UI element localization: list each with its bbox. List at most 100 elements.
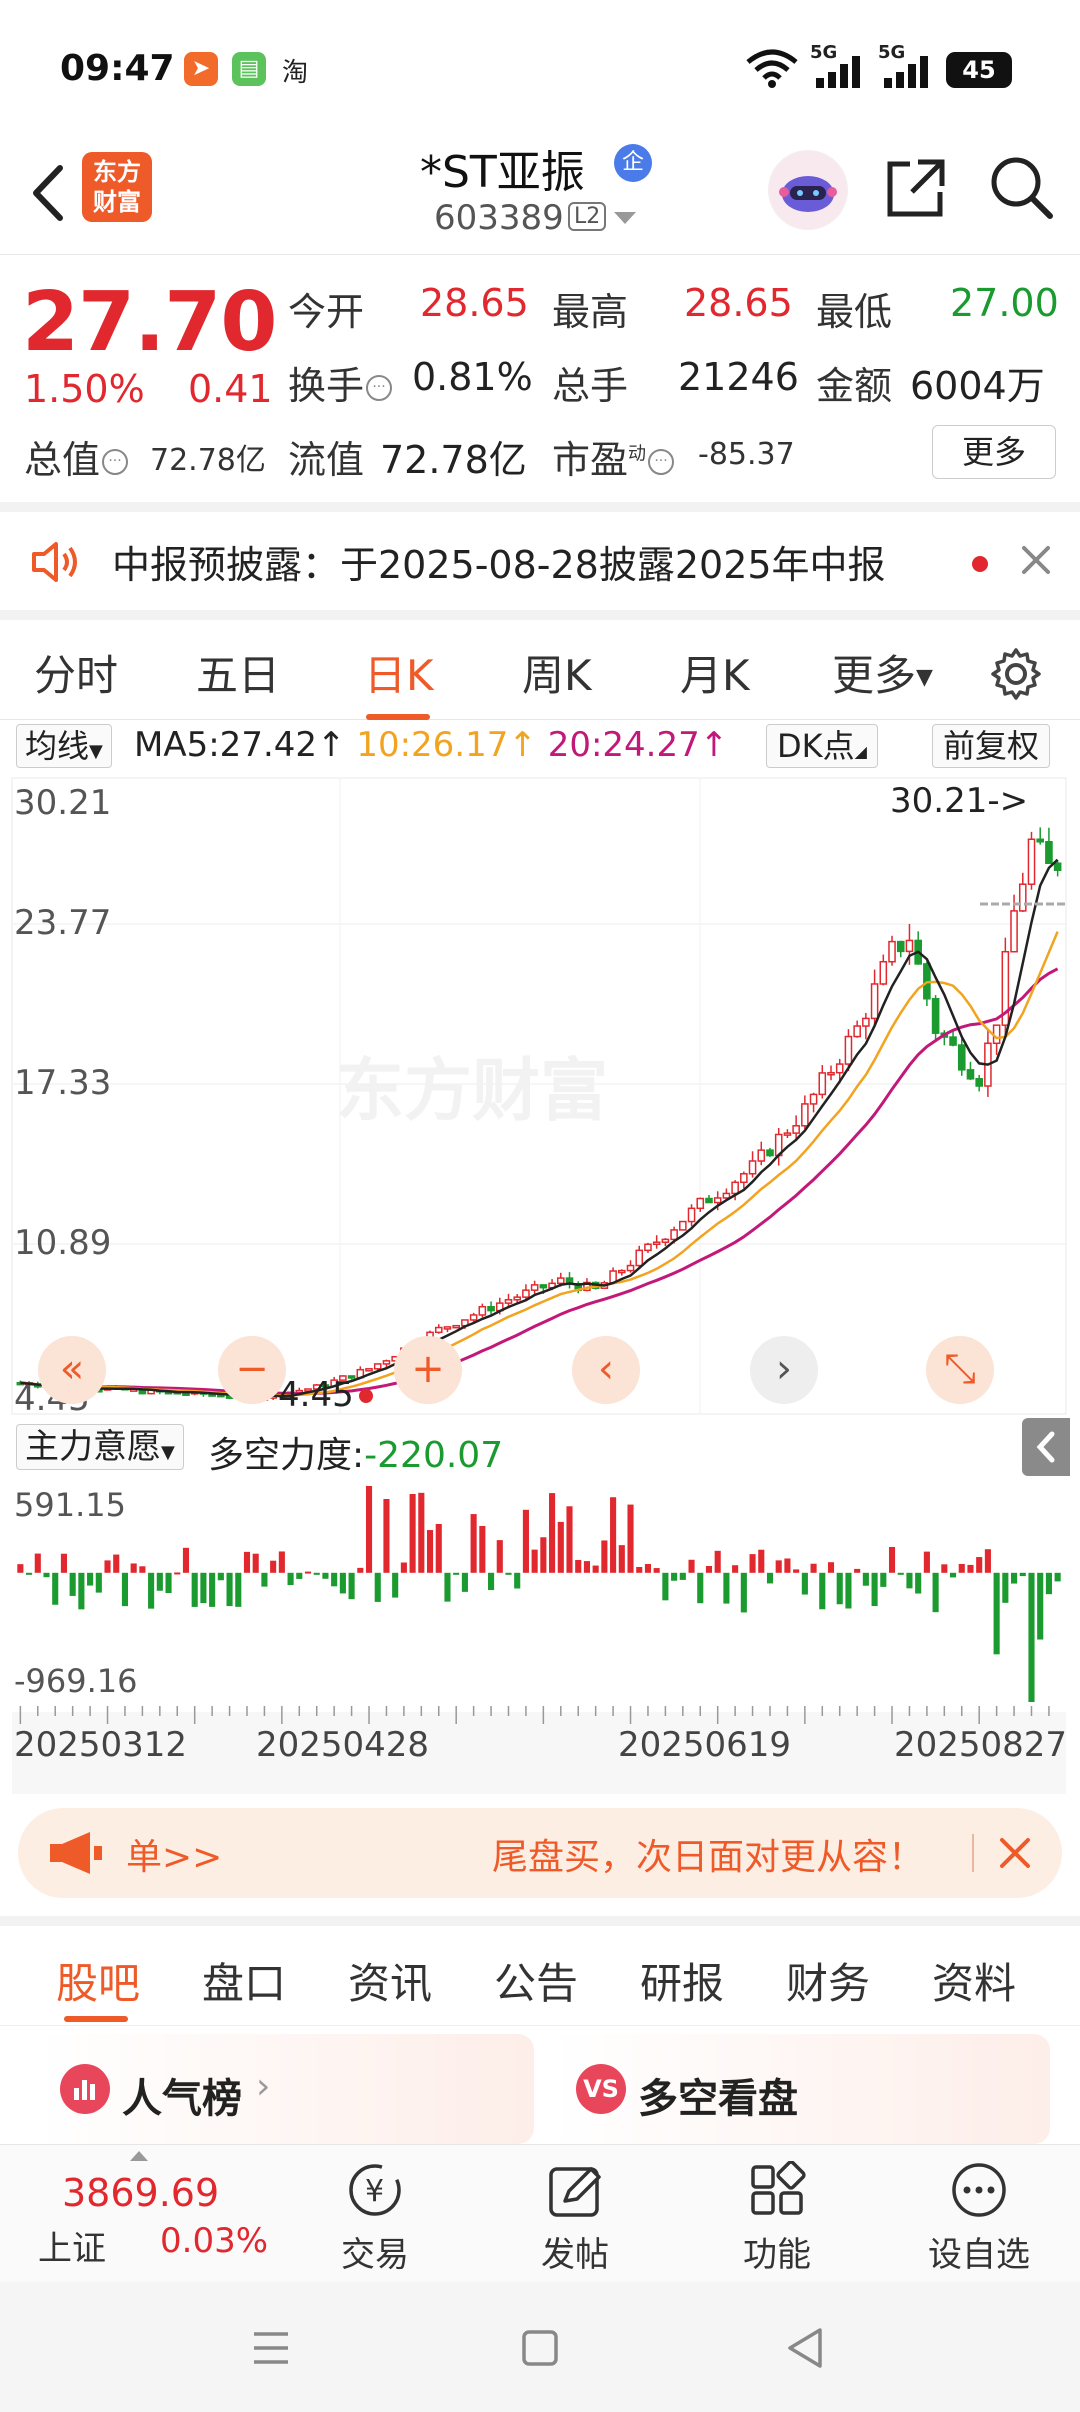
stock-code[interactable]: 603389 — [434, 198, 564, 238]
close-icon[interactable] — [996, 1834, 1034, 1872]
back-nav-icon[interactable] — [784, 2326, 826, 2370]
tab-intraday[interactable]: 分时 — [34, 642, 118, 703]
candle-body — [818, 1072, 827, 1096]
ma-selector-label: 均线 — [25, 727, 90, 765]
ma-selector[interactable]: 均线▼ — [16, 724, 112, 768]
tab-forum[interactable]: 股吧 — [56, 1950, 140, 2011]
gear-icon[interactable] — [988, 646, 1044, 702]
tab-weekly-k[interactable]: 周K — [522, 642, 592, 703]
back-icon[interactable] — [20, 158, 80, 228]
more-quote-button[interactable]: 更多 — [932, 425, 1056, 479]
chevron-down-icon[interactable] — [614, 212, 636, 224]
tab-news[interactable]: 资讯 — [348, 1950, 432, 2011]
popularity-card[interactable]: 人气榜 › — [36, 2034, 534, 2144]
indicator-selector[interactable]: 主力意愿▼ — [16, 1424, 184, 1470]
candle-body — [931, 997, 940, 1034]
menu-icon[interactable] — [250, 2328, 292, 2368]
turnover-value: 0.81% — [412, 355, 533, 399]
taobao-icon: 淘 — [282, 58, 309, 88]
candle-body — [957, 1044, 966, 1071]
tab-financials[interactable]: 财务 — [786, 1950, 870, 2011]
indicator-bar — [278, 1551, 285, 1573]
trade-button[interactable]: ¥ 交易 — [320, 2161, 430, 2276]
search-icon[interactable] — [986, 152, 1056, 222]
scroll-far-left-button[interactable]: « — [38, 1336, 106, 1404]
index-change[interactable]: 0.03% — [160, 2221, 268, 2261]
candle-body — [844, 1035, 853, 1065]
add-watchlist-button[interactable]: 设自选 — [924, 2161, 1034, 2276]
info-icon[interactable]: ··· — [102, 449, 129, 475]
candle-body — [870, 983, 879, 1020]
candle-body — [365, 1368, 373, 1372]
scroll-left-button[interactable]: ‹ — [572, 1336, 640, 1404]
x-tick-2: 20250428 — [256, 1725, 429, 1765]
close-icon[interactable] — [1016, 540, 1056, 580]
tab-profile[interactable]: 资料 — [932, 1950, 1016, 2011]
indicator-bar — [749, 1554, 756, 1573]
mktcap-value: 72.78亿 — [150, 443, 266, 478]
ad-banner[interactable]: 单>> 尾盘买，次日面对更从容！ — [18, 1808, 1062, 1898]
kline-chart[interactable]: 东方财富 30.21 23.77 17.33 10.89 4.45 30.21-… — [0, 774, 1080, 1418]
indicator-bar — [897, 1572, 904, 1575]
y-tick-3: 17.33 — [14, 1063, 111, 1103]
tab-more[interactable]: 更多▼ — [832, 642, 933, 703]
indicator-bar — [148, 1572, 155, 1609]
indicator-bar — [235, 1572, 242, 1607]
home-icon[interactable] — [520, 2328, 560, 2368]
chevron-up-icon[interactable] — [130, 2151, 148, 2161]
amount-value: 6004万 — [910, 364, 1045, 408]
tab-announcements[interactable]: 公告 — [494, 1950, 578, 2011]
bull-bear-card[interactable]: VS 多空看盘 — [552, 2034, 1050, 2144]
dk-point-button[interactable]: DK点◢ — [766, 724, 878, 768]
indicator-bar — [95, 1572, 102, 1593]
volume-value: 21246 — [678, 355, 799, 399]
trade-icon: ¥ — [349, 2164, 401, 2216]
candle-body — [835, 1063, 844, 1074]
indicator-bar — [854, 1568, 861, 1573]
index-name[interactable]: 上证 — [38, 2221, 106, 2270]
tab-daily-k[interactable]: 日K — [364, 642, 434, 703]
indicator-bar — [322, 1572, 329, 1579]
ai-assistant-icon[interactable] — [768, 150, 848, 230]
indicator-chart[interactable]: 591.15 -969.16 20250312 20250428 2025061… — [0, 1478, 1080, 1794]
signal-icon-2 — [884, 56, 928, 88]
tab-order-book[interactable]: 盘口 — [202, 1950, 286, 2011]
indicator-bar — [566, 1506, 573, 1573]
scroll-right-button[interactable]: › — [750, 1336, 818, 1404]
candle-body — [975, 1078, 983, 1087]
info-icon[interactable]: ··· — [366, 375, 393, 401]
notice-text[interactable]: 中报预披露：于2025-08-28披露2025年中报 — [112, 534, 886, 589]
last-price: 27.70 — [22, 275, 277, 370]
indicator-bar — [479, 1525, 486, 1573]
zoom-out-button[interactable]: − — [218, 1336, 286, 1404]
ad-left-text[interactable]: 单>> — [126, 1828, 222, 1880]
indicator-bar — [923, 1551, 930, 1573]
indicator-bar — [618, 1545, 625, 1573]
notice-bar[interactable]: 中报预披露：于2025-08-28披露2025年中报 — [0, 512, 1080, 612]
indicator-bar — [400, 1562, 407, 1573]
indicator-bar — [871, 1572, 878, 1607]
info-icon[interactable]: ··· — [648, 449, 675, 475]
fullscreen-icon[interactable]: ⤡ — [926, 1336, 994, 1404]
share-icon[interactable] — [880, 152, 950, 222]
indicator-max: 591.15 — [14, 1486, 126, 1524]
index-value[interactable]: 3869.69 — [62, 2171, 219, 2215]
features-button[interactable]: 功能 — [722, 2161, 832, 2276]
indicator-bar — [121, 1572, 129, 1607]
price-adjust-button[interactable]: 前复权 — [932, 724, 1051, 768]
quote-panel: 27.70 1.50% 0.41 今开 28.65 最高 28.65 最低 27… — [0, 255, 1080, 500]
indicator-bar — [191, 1572, 198, 1607]
tab-research[interactable]: 研报 — [640, 1950, 724, 2011]
y-tick-2: 23.77 — [14, 903, 111, 943]
collapse-panel-button[interactable] — [1022, 1418, 1070, 1476]
app-logo[interactable]: 东方 财富 — [82, 152, 152, 222]
zoom-in-button[interactable]: + — [394, 1336, 462, 1404]
post-button[interactable]: 发帖 — [520, 2161, 630, 2276]
tab-five-day[interactable]: 五日 — [196, 642, 280, 703]
indicator-bar — [313, 1572, 320, 1575]
candle-body — [705, 1197, 713, 1204]
tab-monthly-k[interactable]: 月K — [680, 642, 750, 703]
bull-bear-title: 多空看盘 — [638, 2076, 798, 2122]
ad-right-text[interactable]: 尾盘买，次日面对更从容！ — [492, 1828, 924, 1880]
indicator-bar — [845, 1572, 852, 1609]
